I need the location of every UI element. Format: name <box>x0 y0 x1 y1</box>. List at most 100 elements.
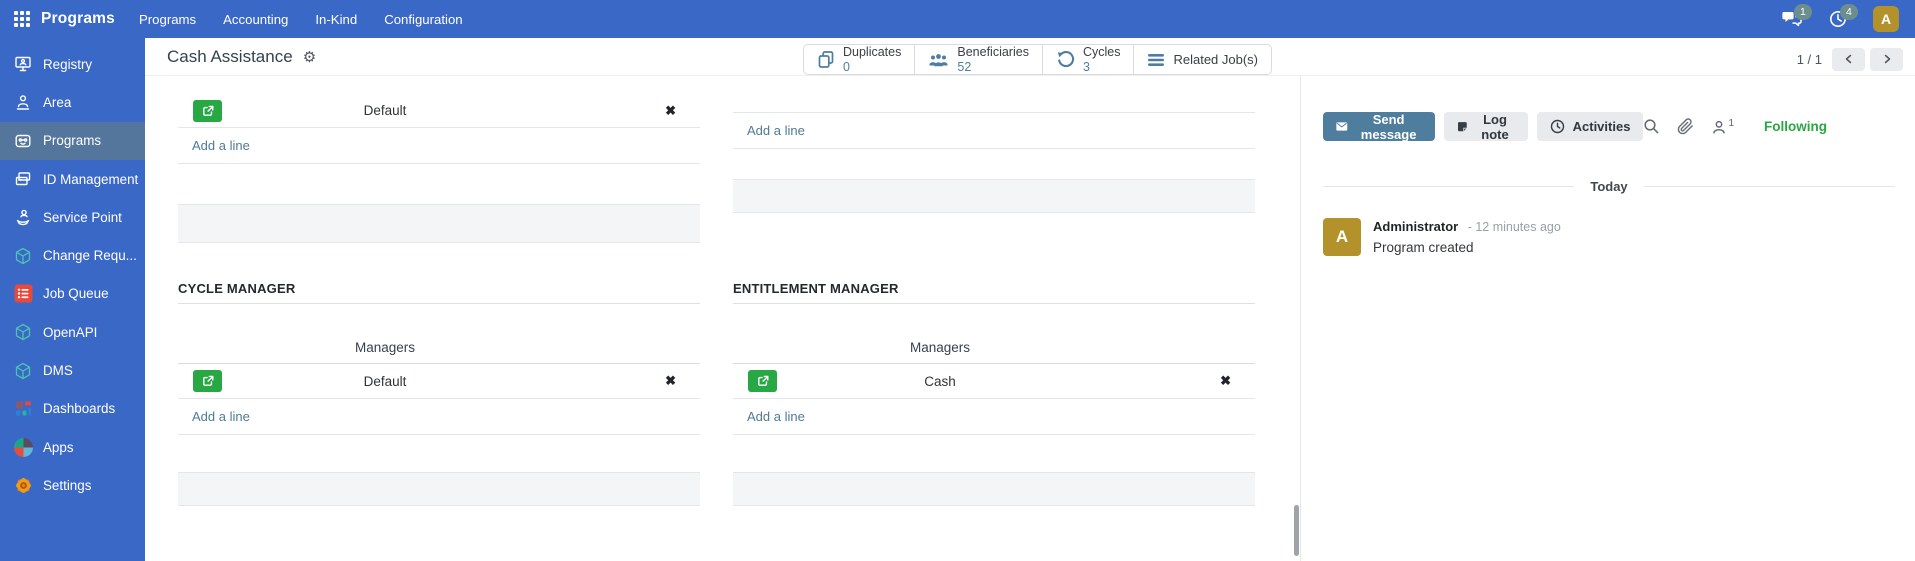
sidebar-item-change-request[interactable]: Change Requ... <box>0 236 145 274</box>
menu-accounting[interactable]: Accounting <box>223 12 288 27</box>
menu-programs[interactable]: Programs <box>139 12 196 27</box>
manager-name[interactable]: Default <box>240 103 530 118</box>
vertical-scrollbar[interactable] <box>1294 505 1299 556</box>
related-jobs-button[interactable]: Related Job(s) <box>1134 45 1271 74</box>
date-divider-label: Today <box>1590 179 1628 194</box>
sidebar-item-openapi[interactable]: OpenAPI <box>0 313 145 351</box>
table-header-row: Managers <box>733 304 1255 364</box>
table-row[interactable]: Default ✖ <box>178 76 700 128</box>
column-header-managers[interactable]: Managers <box>240 340 530 355</box>
add-a-line-link[interactable]: Add a line <box>192 409 250 424</box>
sidebar-item-label: DMS <box>43 363 73 379</box>
follower-count: 1 <box>1728 117 1734 129</box>
external-link-icon <box>202 375 213 386</box>
page-title: Cash Assistance <box>167 47 293 66</box>
sidebar-item-label: Change Requ... <box>43 248 137 264</box>
top-navbar: Programs Programs Accounting In-Kind Con… <box>0 0 1915 38</box>
chatter-toolbar: Send message Log note Activities 1 Follo… <box>1323 111 1895 142</box>
activities-badge: 4 <box>1840 4 1858 20</box>
chatter-panel: Send message Log note Activities 1 Follo… <box>1300 76 1915 561</box>
sidebar-item-dms[interactable]: DMS <box>0 351 145 389</box>
external-link-icon <box>757 375 768 386</box>
job-queue-icon <box>13 284 33 304</box>
stat-value: 52 <box>957 59 972 74</box>
sidebar-item-label: Area <box>43 94 72 110</box>
sidebar-item-registry[interactable]: Registry <box>0 45 145 83</box>
empty-row <box>733 435 1255 473</box>
duplicates-button[interactable]: Duplicates 0 <box>804 45 916 74</box>
activities-button[interactable]: 4 <box>1827 4 1858 30</box>
table-row[interactable]: Default ✖ <box>178 364 700 399</box>
following-button[interactable]: Following <box>1764 119 1827 134</box>
delete-row-button[interactable]: ✖ <box>1197 373 1255 389</box>
log-note-button[interactable]: Log note <box>1443 112 1528 142</box>
date-divider: Today <box>1323 179 1896 194</box>
manager-name[interactable]: Default <box>240 374 530 389</box>
menu-in-kind[interactable]: In-Kind <box>315 12 357 27</box>
delete-row-button[interactable]: ✖ <box>642 373 700 389</box>
settings-gear-icon[interactable]: ⚙ <box>303 50 316 65</box>
add-a-line-link[interactable]: Add a line <box>192 138 250 153</box>
messages-button[interactable]: 1 <box>1781 4 1812 30</box>
sidebar-item-dashboards[interactable]: Dashboards <box>0 390 145 428</box>
app-name[interactable]: Programs <box>41 10 115 28</box>
add-a-line-row: Add a line <box>733 113 1255 149</box>
pager-next-button[interactable] <box>1870 47 1903 71</box>
send-message-label: Send message <box>1360 111 1417 142</box>
add-a-line-link[interactable]: Add a line <box>747 123 805 138</box>
empty-row <box>733 473 1255 506</box>
sidebar-item-programs[interactable]: Programs <box>0 121 145 160</box>
activities-button-chatter[interactable]: Activities <box>1536 112 1644 141</box>
delete-row-button[interactable]: ✖ <box>642 103 700 119</box>
entitlement-manager-section: ENTITLEMENT MANAGER Managers Cash ✖ Add … <box>733 281 1255 506</box>
apps-grid-icon[interactable] <box>14 11 30 27</box>
service-point-icon <box>13 207 33 227</box>
programs-icon <box>13 131 33 151</box>
attachments-button[interactable] <box>1677 118 1694 135</box>
open-record-button[interactable] <box>748 370 777 392</box>
add-a-line-row: Add a line <box>178 399 700 435</box>
dashboards-icon <box>13 399 33 419</box>
search-messages-button[interactable] <box>1643 118 1660 135</box>
pager-counter: 1 / 1 <box>1796 51 1822 67</box>
send-message-button[interactable]: Send message <box>1323 111 1435 142</box>
chevron-left-icon <box>1845 54 1851 64</box>
cube-icon <box>13 361 33 381</box>
user-avatar[interactable]: A <box>1873 6 1899 32</box>
sidebar-item-label: Registry <box>43 56 93 72</box>
empty-row <box>178 435 700 473</box>
sidebar-item-area[interactable]: Area <box>0 83 145 121</box>
table-header-row: Managers <box>178 304 700 364</box>
menu-configuration[interactable]: Configuration <box>384 12 462 27</box>
open-record-button[interactable] <box>193 99 222 122</box>
sidebar-item-service-point[interactable]: Service Point <box>0 198 145 236</box>
note-icon <box>1457 122 1467 132</box>
column-header-managers[interactable]: Managers <box>795 340 1085 355</box>
followers-button[interactable]: 1 <box>1711 117 1734 135</box>
duplicates-icon <box>818 51 834 68</box>
message-author[interactable]: Administrator <box>1373 219 1458 234</box>
cube-icon <box>13 322 33 342</box>
open-record-button[interactable] <box>193 370 222 392</box>
beneficiaries-button[interactable]: Beneficiaries 52 <box>915 45 1043 74</box>
apps-icon <box>13 437 33 457</box>
table-row[interactable]: Cash ✖ <box>733 364 1255 399</box>
managers-table: Managers Default ✖ Add a line <box>178 304 700 506</box>
avatar: A <box>1323 218 1361 256</box>
empty-row <box>733 149 1255 180</box>
activities-label: Activities <box>1572 119 1631 134</box>
sidebar-item-label: Programs <box>43 133 102 149</box>
cube-icon <box>13 246 33 266</box>
sidebar-item-settings[interactable]: Settings <box>0 466 145 504</box>
add-a-line-link[interactable]: Add a line <box>747 409 805 424</box>
cycles-button[interactable]: Cycles 3 <box>1043 45 1135 74</box>
form-column-right: Add a line ENTITLEMENT MANAGER Managers <box>733 76 1255 506</box>
managers-table-partial: Add a line <box>733 76 1255 213</box>
stat-label: Beneficiaries <box>957 45 1029 60</box>
manager-name[interactable]: Cash <box>795 374 1085 389</box>
empty-row <box>178 164 700 205</box>
sidebar-item-id-management[interactable]: ID Management <box>0 160 145 198</box>
pager-previous-button[interactable] <box>1832 47 1865 71</box>
sidebar-item-job-queue[interactable]: Job Queue <box>0 275 145 313</box>
sidebar-item-apps[interactable]: Apps <box>0 428 145 466</box>
